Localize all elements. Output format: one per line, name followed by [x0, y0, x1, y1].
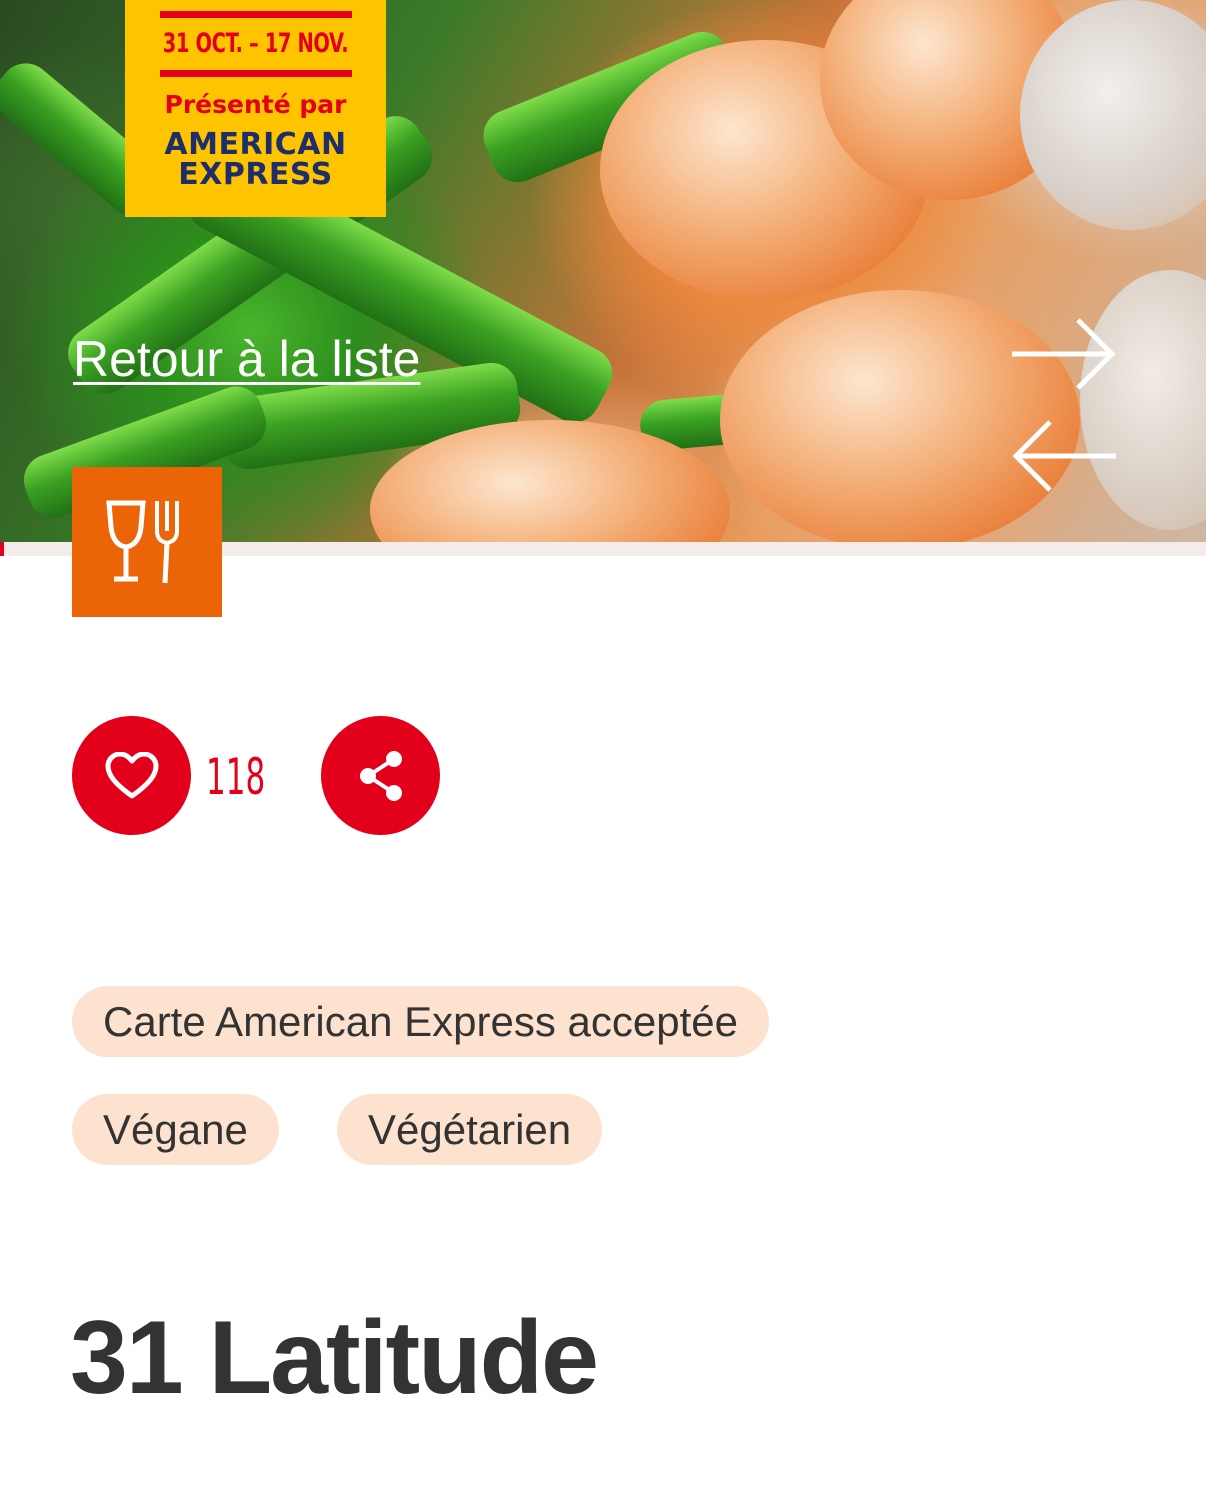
- arrow-right-icon: [1012, 318, 1116, 390]
- heart-icon: [105, 751, 158, 798]
- tag-vegan: Végane: [72, 1094, 279, 1165]
- tag-amex-accepted: Carte American Express acceptée: [72, 986, 769, 1057]
- promo-dates: 31 OCT. – 17 NOV.: [162, 28, 349, 59]
- glass-and-fork-icon: [106, 500, 179, 584]
- like-button[interactable]: [72, 716, 191, 835]
- tag-vegetarian: Végétarien: [337, 1094, 603, 1165]
- promo-rule-top: [160, 11, 352, 18]
- arrow-left-icon: [1012, 420, 1116, 492]
- next-button[interactable]: [1008, 318, 1120, 399]
- amex-logo: AMERICAN EXPRESS: [125, 130, 386, 190]
- amex-logo-line2: EXPRESS: [178, 157, 333, 192]
- like-count: 118: [206, 748, 266, 806]
- promo-badge: 31 OCT. – 17 NOV. Présenté par AMERICAN …: [125, 0, 386, 217]
- previous-button[interactable]: [1008, 418, 1120, 499]
- back-to-list-link[interactable]: Retour à la liste: [73, 330, 420, 388]
- promo-presented-by: Présenté par: [164, 90, 347, 119]
- category-restaurant-badge: [72, 467, 222, 617]
- restaurant-title: 31 Latitude: [70, 1300, 599, 1416]
- share-button[interactable]: [321, 716, 440, 835]
- promo-rule-bottom: [160, 70, 352, 77]
- amex-logo-line1: AMERICAN: [164, 127, 347, 162]
- share-icon: [359, 750, 402, 801]
